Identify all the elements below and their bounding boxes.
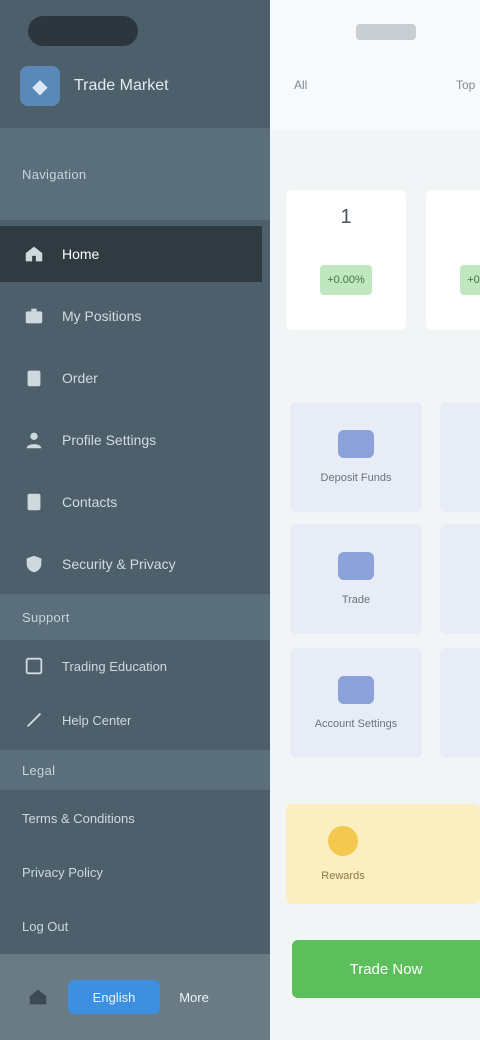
menu-item-terms[interactable]: Terms & Conditions — [0, 796, 262, 840]
navigation-drawer: ◆ Trade Market Navigation Home My Positi… — [0, 0, 270, 1040]
home-icon — [22, 242, 46, 266]
kpi-card[interactable]: 2 +0.00% — [426, 190, 480, 330]
tile-peek[interactable] — [440, 402, 480, 512]
tile-label: Deposit Funds — [320, 472, 392, 484]
app-logo-icon: ◆ — [20, 66, 60, 106]
menu-item-label: Trading Education — [62, 658, 168, 674]
trade-icon — [338, 552, 374, 580]
status-indicators — [356, 24, 416, 40]
menu-item-security[interactable]: Security & Privacy — [0, 536, 262, 592]
tile-peek[interactable] — [440, 648, 480, 758]
menu-item-profile-settings[interactable]: Profile Settings — [0, 412, 262, 468]
status-bar — [0, 0, 270, 60]
dynamic-island — [28, 16, 138, 46]
drawer-brand: ◆ Trade Market — [20, 62, 169, 110]
menu-item-trading-education[interactable]: Trading Education — [0, 644, 262, 688]
tile-trade[interactable]: Trade — [290, 524, 422, 634]
kpi-change-badge: +0.00% — [460, 265, 480, 295]
menu-item-label: Home — [62, 246, 100, 262]
reward-icon — [328, 826, 358, 856]
main-content: All Top 1 +0.00% 2 +0.00% Deposit Funds … — [270, 0, 480, 1040]
tile-deposit-funds[interactable]: Deposit Funds — [290, 402, 422, 512]
contacts-icon — [22, 490, 46, 514]
help-icon — [22, 708, 46, 732]
shield-icon — [22, 552, 46, 576]
clipboard-icon — [22, 366, 46, 390]
tab-all[interactable]: All — [294, 78, 307, 92]
drawer-footer: English More — [0, 954, 270, 1040]
menu-item-label: Profile Settings — [62, 432, 157, 448]
menu-item-label: Security & Privacy — [62, 556, 176, 572]
menu-item-label: Order — [62, 370, 98, 386]
cta-button[interactable]: Trade Now — [292, 940, 480, 998]
tile-label: Trade — [341, 594, 371, 606]
main-header: All Top — [270, 0, 480, 130]
deposit-icon — [338, 430, 374, 458]
section-header-legal: Legal — [0, 750, 270, 790]
account-icon — [338, 676, 374, 704]
menu-item-home[interactable]: Home — [0, 226, 262, 282]
menu-item-contacts[interactable]: Contacts — [0, 474, 262, 530]
footer-home-button[interactable] — [20, 980, 56, 1014]
menu-item-my-positions[interactable]: My Positions — [0, 288, 262, 344]
briefcase-icon — [22, 304, 46, 328]
home-icon — [29, 989, 47, 1005]
language-button[interactable]: English — [68, 980, 160, 1014]
more-button[interactable]: More — [174, 980, 214, 1014]
promo-card[interactable]: Rewards — [286, 804, 480, 904]
kpi-change-badge: +0.00% — [320, 265, 372, 295]
menu-item-label: My Positions — [62, 308, 142, 324]
menu-item-label: Help Center — [62, 712, 132, 728]
user-icon — [22, 428, 46, 452]
tile-peek[interactable] — [440, 524, 480, 634]
kpi-value: 2 — [426, 206, 480, 229]
book-icon — [22, 654, 46, 678]
menu-item-help-center[interactable]: Help Center — [0, 698, 262, 742]
menu-item-log-out[interactable]: Log Out — [0, 904, 262, 948]
tile-label: Account Settings — [314, 718, 398, 730]
promo-label: Rewards — [321, 870, 365, 882]
tab-top[interactable]: Top — [456, 78, 475, 92]
kpi-value: 1 — [340, 206, 352, 228]
section-header-navigation: Navigation — [0, 128, 270, 220]
menu-item-label: Contacts — [62, 494, 118, 510]
menu-item-order[interactable]: Order — [0, 350, 262, 406]
section-header-support: Support — [0, 594, 270, 640]
menu-item-privacy[interactable]: Privacy Policy — [0, 850, 262, 894]
kpi-card[interactable]: 1 +0.00% — [286, 190, 406, 330]
app-name: Trade Market — [74, 77, 169, 94]
tile-account-settings[interactable]: Account Settings — [290, 648, 422, 758]
